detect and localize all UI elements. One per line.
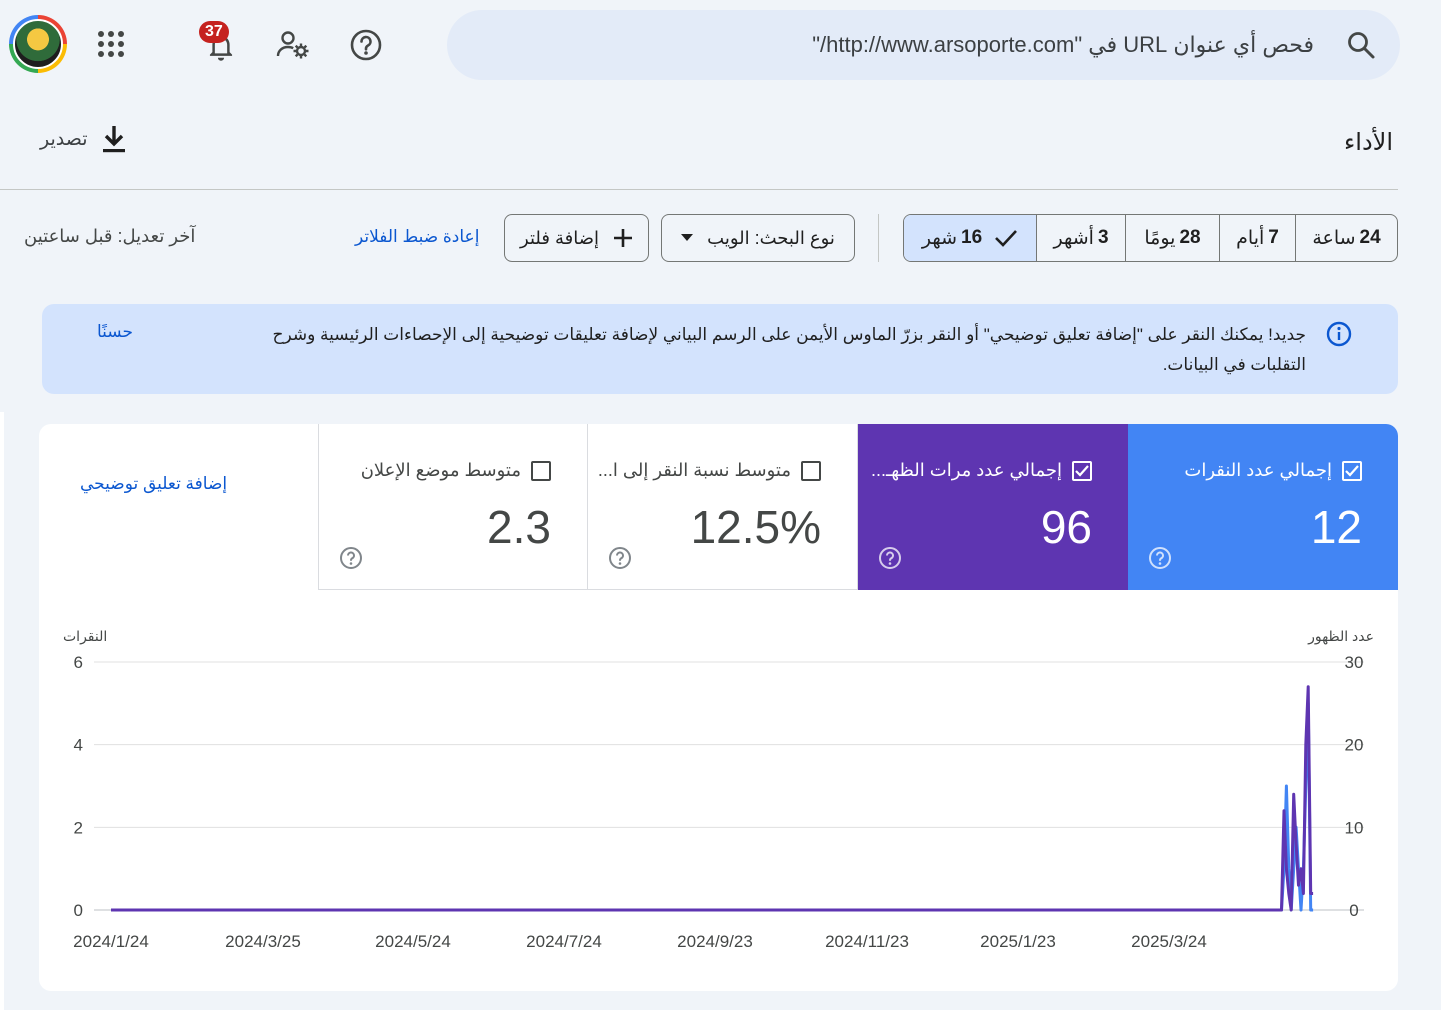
- reset-filters-link[interactable]: إعادة ضبط الفلاتر: [355, 227, 479, 247]
- x-tick-label: 2024/1/24: [73, 932, 149, 951]
- range-16-months[interactable]: 16 شهر: [904, 215, 1036, 261]
- apps-grid-icon[interactable]: [93, 26, 129, 62]
- info-banner: جديد! يمكنك النقر على "إضافة تعليق توضيح…: [42, 304, 1398, 394]
- right-tick-label: 30: [1345, 653, 1364, 672]
- banner-message: جديد! يمكنك النقر على "إضافة تعليق توضيح…: [272, 325, 1307, 374]
- x-tick-label: 2025/3/24: [1131, 932, 1207, 951]
- right-tick-label: 10: [1345, 818, 1364, 837]
- dropdown-arrow-icon: [681, 234, 694, 241]
- left-tick-label: 0: [74, 901, 83, 920]
- performance-chart[interactable]: 6 30 4 20 2 10 0 0 2024/1/24 2024/3/25 2024/5/24 20…: [39, 424, 1398, 991]
- range-3-months[interactable]: 3 أشهر: [1036, 215, 1125, 261]
- export-label: تصدير: [40, 128, 88, 150]
- date-range-selector[interactable]: 16 شهر 3 أشهر 28 يومًا 7 أيام 24 ساعة: [903, 214, 1398, 262]
- add-filter-label: إضافة فلتر: [520, 227, 599, 248]
- series-line: [111, 685, 1314, 912]
- left-strip: [0, 412, 4, 1010]
- avatar[interactable]: [9, 15, 67, 73]
- search-type-dropdown[interactable]: نوع البحث: الويب: [661, 214, 855, 262]
- download-icon: [102, 126, 125, 153]
- search-type-label: نوع البحث: الويب: [707, 227, 835, 248]
- range-28-days[interactable]: 28 يومًا: [1125, 215, 1219, 261]
- banner-dismiss-button[interactable]: حسنًا: [97, 322, 133, 342]
- right-tick-label: 0: [1349, 901, 1358, 920]
- check-icon: [995, 230, 1018, 247]
- export-button[interactable]: تصدير: [40, 124, 128, 154]
- help-icon[interactable]: [348, 27, 384, 63]
- search-bar[interactable]: فحص أي عنوان URL في "http://www.arsoport…: [447, 10, 1400, 80]
- plus-icon: [613, 229, 632, 247]
- series-line: [111, 701, 1314, 912]
- add-filter-button[interactable]: إضافة فلتر: [504, 214, 649, 262]
- info-icon: [1326, 321, 1352, 347]
- x-tick-label: 2024/11/23: [825, 932, 909, 951]
- page-title: الأداء: [1344, 129, 1393, 156]
- range-7-days[interactable]: 7 أيام: [1219, 215, 1295, 261]
- right-tick-label: 20: [1345, 736, 1364, 755]
- notification-badge: 37: [199, 21, 229, 43]
- performance-card: إجمالي عدد النقرات 12 إجمالي عدد مرات ال…: [39, 424, 1398, 991]
- x-tick-label: 2024/9/23: [677, 932, 753, 951]
- filter-separator: [878, 214, 879, 262]
- left-tick-label: 4: [74, 736, 83, 755]
- x-tick-label: 2024/7/24: [526, 932, 602, 951]
- x-tick-label: 2024/3/25: [225, 932, 301, 951]
- x-tick-label: 2025/1/23: [980, 932, 1056, 951]
- left-tick-label: 2: [74, 818, 83, 837]
- search-icon[interactable]: [1346, 30, 1376, 60]
- last-modified-text: آخر تعديل: قبل ساعتين: [24, 226, 196, 246]
- header-divider: [0, 189, 1398, 190]
- x-tick-label: 2024/5/24: [375, 932, 451, 951]
- search-input[interactable]: فحص أي عنوان URL في "http://www.arsoport…: [812, 32, 1314, 58]
- manage-users-icon[interactable]: [275, 27, 311, 63]
- left-tick-label: 6: [74, 653, 83, 672]
- range-24-hours[interactable]: 24 ساعة: [1295, 215, 1397, 261]
